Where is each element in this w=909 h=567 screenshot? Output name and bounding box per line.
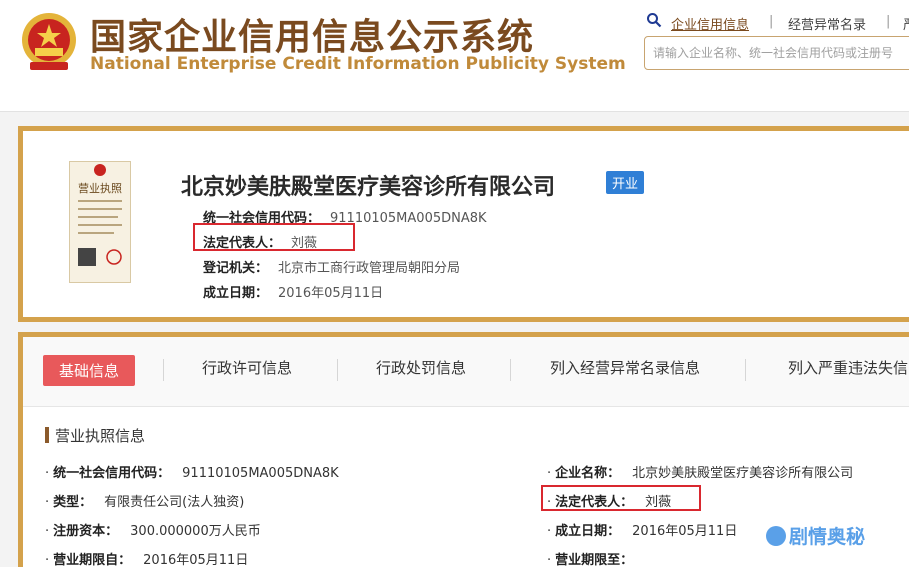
tab-separator (163, 359, 164, 381)
tab-serious-violation[interactable]: 列入严重违法失信 (788, 357, 908, 378)
field-term-from: · 营业期限自： 2016年05月11日 (45, 553, 249, 567)
company-summary-card: 营业执照 北京妙美肤殿堂医疗美容诊所有限公司 开业 统一社会信用代码： 91110… (18, 126, 909, 322)
highlight-box (541, 485, 701, 511)
site-header: 国家企业信用信息公示系统 National Enterprise Credit … (0, 0, 909, 112)
watermark-text: 剧情奥秘 (789, 526, 866, 548)
field-term-to: · 营业期限至： (547, 553, 634, 567)
status-badge: 开业 (606, 171, 645, 194)
section-bar (45, 427, 49, 443)
field-value: 2016年05月11日 (143, 553, 249, 567)
tab-separator (337, 359, 338, 381)
nav-separator: | (769, 14, 774, 29)
site-title-cn: 国家企业信用信息公示系统 (90, 17, 535, 58)
field-value: 300.000000万人民币 (130, 524, 261, 539)
field-capital: · 注册资本： 300.000000万人民币 (45, 524, 261, 539)
field-label: 企业名称： (555, 466, 621, 481)
field-value: 91110105MA005DNA8K (182, 466, 339, 481)
nav-separator: | (886, 14, 891, 29)
field-label: 注册资本： (53, 524, 119, 539)
field-established-date: · 成立日期： 2016年05月11日 (547, 524, 738, 539)
highlight-box (193, 223, 355, 251)
field-value: 有限责任公司(法人独资) (104, 495, 245, 510)
field-label: 营业期限自： (53, 553, 132, 567)
section-title: 营业执照信息 (45, 425, 145, 446)
company-name: 北京妙美肤殿堂医疗美容诊所有限公司 (181, 175, 556, 200)
section-title-text: 营业执照信息 (55, 427, 146, 445)
license-thumbnail-icon: 营业执照 (78, 164, 122, 266)
watermark-icon (766, 526, 786, 546)
national-emblem-icon (22, 13, 76, 70)
site-title-en: National Enterprise Credit Information P… (90, 54, 626, 74)
field-label: 成立日期： (555, 524, 621, 539)
nav-enterprise-credit[interactable]: 企业信用信息 (671, 14, 749, 33)
info-registration-authority: 登记机关： 北京市工商行政管理局朝阳分局 (203, 257, 460, 276)
field-label: 类型： (53, 495, 93, 510)
tab-separator (510, 359, 511, 381)
search-box[interactable] (644, 36, 909, 70)
license-caption: 营业执照 (78, 181, 122, 195)
tab-admin-penalty[interactable]: 行政处罚信息 (376, 357, 466, 378)
field-label: 营业期限至： (555, 553, 634, 567)
info-label: 登记机关： (203, 261, 269, 276)
info-value: 2016年05月11日 (278, 286, 384, 301)
nav-serious-violation[interactable]: 严 (903, 14, 909, 33)
info-label: 成立日期： (203, 286, 269, 301)
tab-abnormal-list[interactable]: 列入经营异常名录信息 (550, 357, 700, 378)
business-license-image[interactable]: 营业执照 (69, 161, 131, 283)
field-label: 统一社会信用代码： (53, 466, 171, 481)
nav-abnormal-list[interactable]: 经营异常名录 (788, 14, 866, 33)
field-credit-code: · 统一社会信用代码： 91110105MA005DNA8K (45, 466, 339, 481)
tab-bar: 基础信息 行政许可信息 行政处罚信息 列入经营异常名录信息 列入严重违法失信 (23, 337, 909, 407)
field-type: · 类型： 有限责任公司(法人独资) (45, 495, 245, 510)
info-established-date: 成立日期： 2016年05月11日 (203, 282, 383, 301)
watermark: 剧情奥秘 (766, 522, 865, 549)
info-value: 北京市工商行政管理局朝阳分局 (278, 261, 461, 276)
field-value: 2016年05月11日 (632, 524, 738, 539)
search-icon (647, 13, 662, 28)
field-value: 北京妙美肤殿堂医疗美容诊所有限公司 (632, 466, 854, 481)
search-input[interactable] (645, 37, 909, 69)
tab-separator (745, 359, 746, 381)
field-company-name: · 企业名称： 北京妙美肤殿堂医疗美容诊所有限公司 (547, 466, 854, 481)
tab-basic-info[interactable]: 基础信息 (43, 355, 136, 386)
tab-admin-license[interactable]: 行政许可信息 (202, 357, 292, 378)
